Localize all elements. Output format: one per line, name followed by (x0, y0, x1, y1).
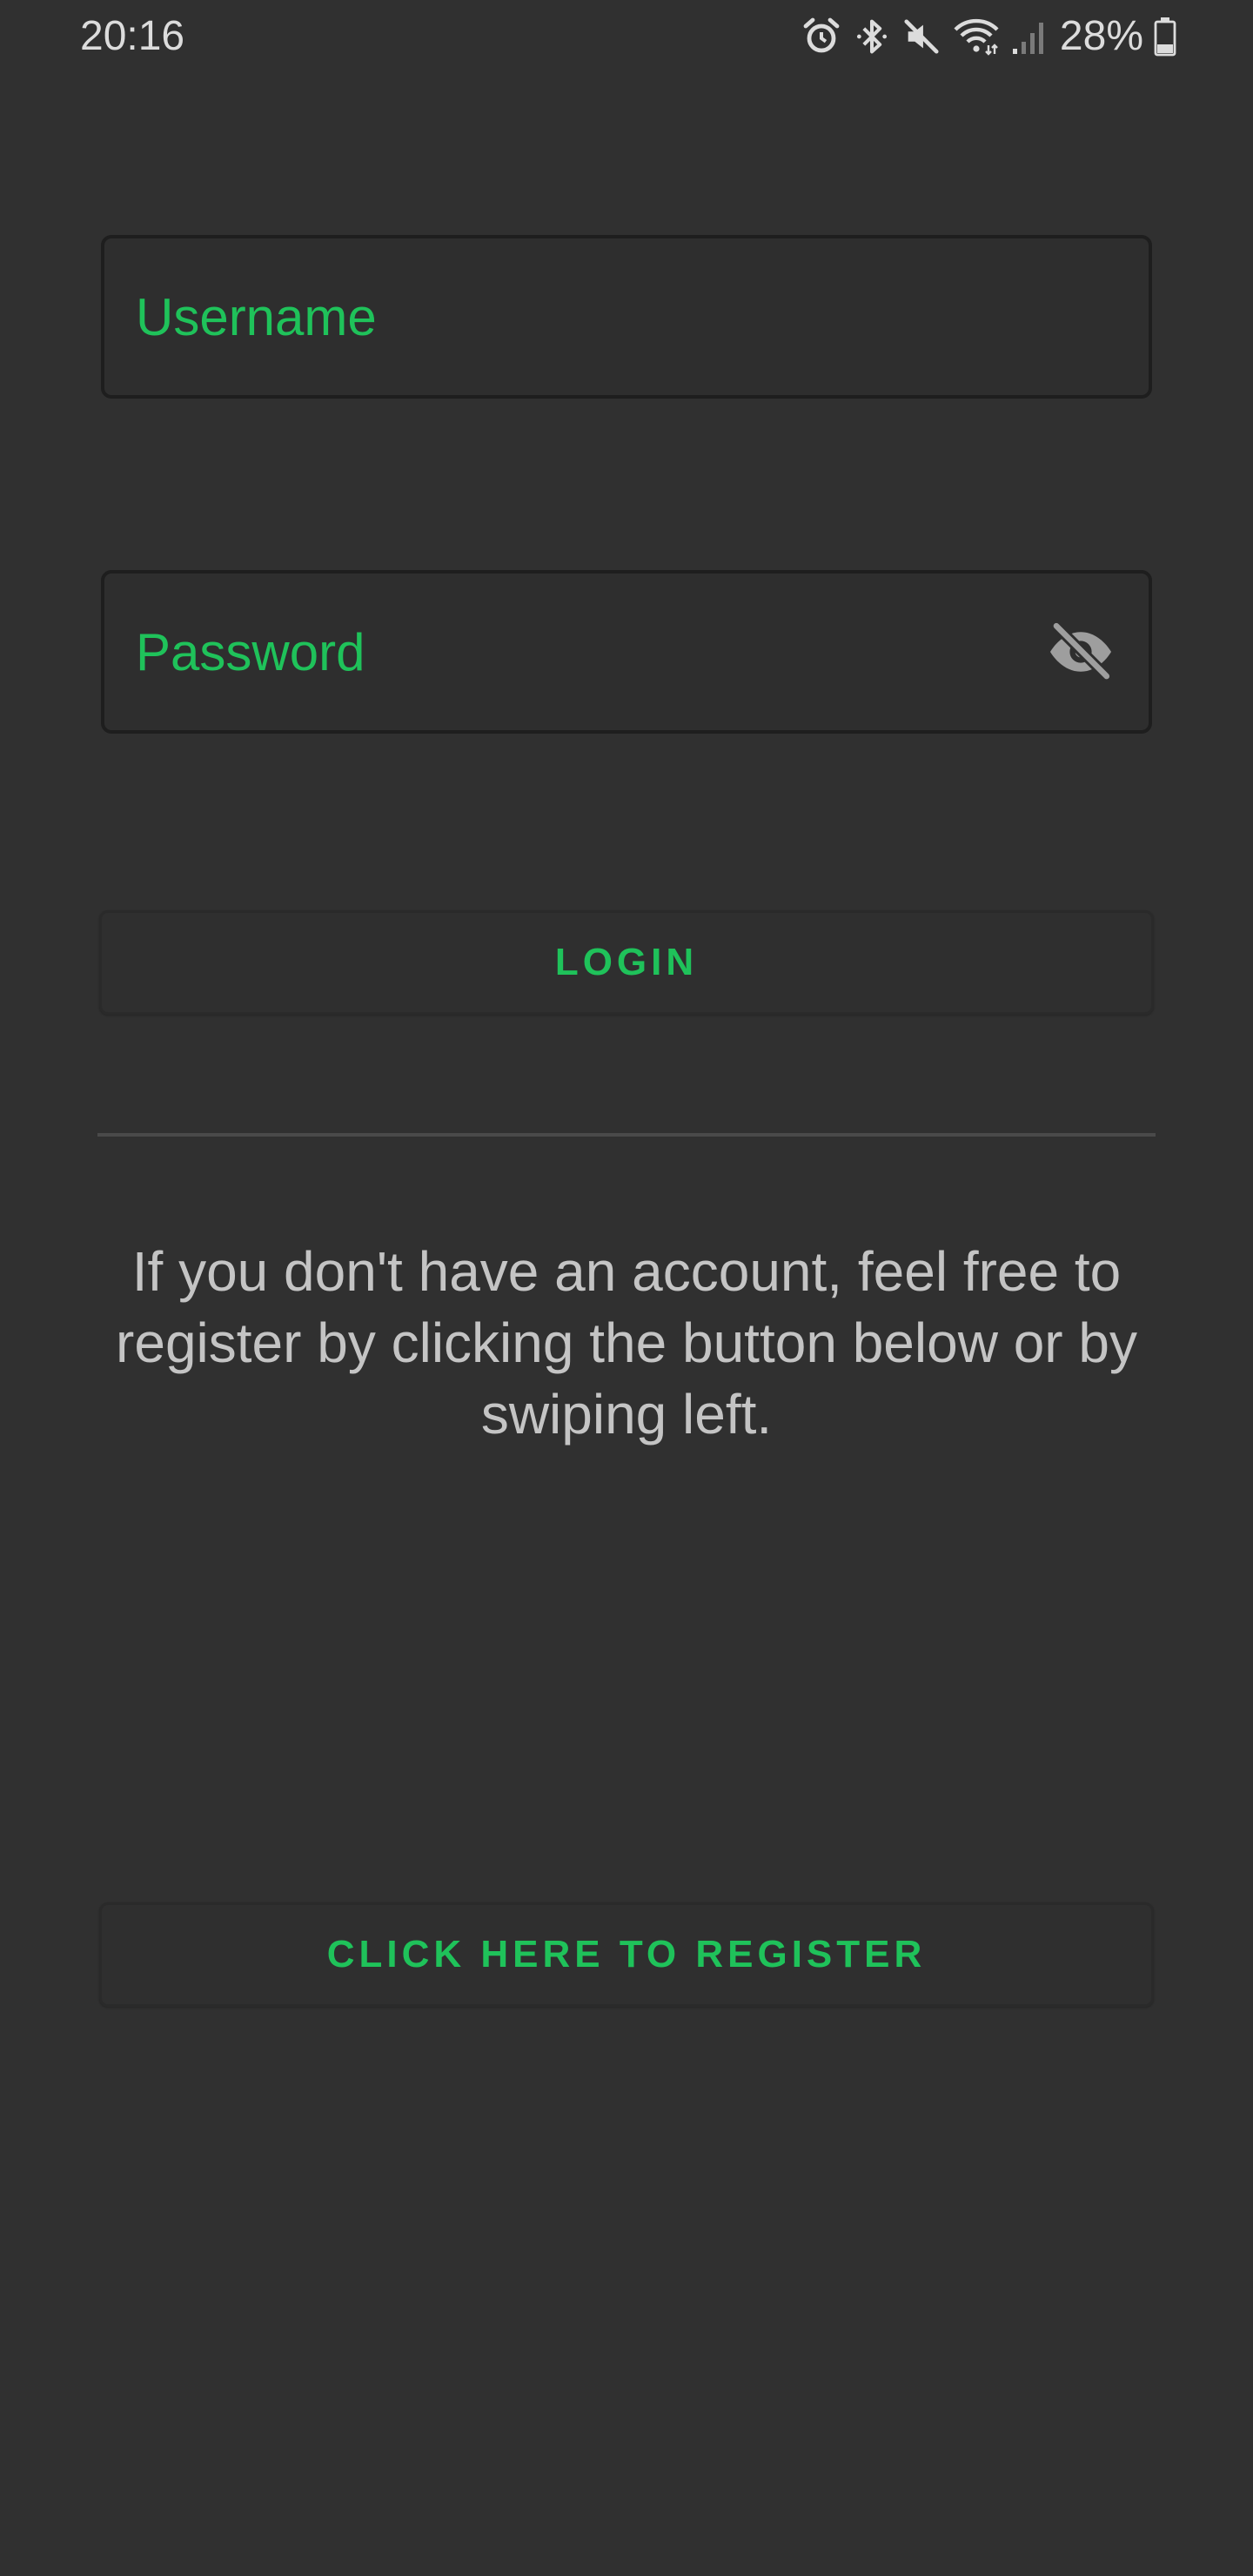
password-input[interactable] (136, 574, 1049, 730)
status-bar: 20:16 28% (0, 0, 1253, 73)
divider (97, 1133, 1156, 1137)
bluetooth-icon (856, 19, 887, 54)
login-button[interactable]: LOGIN (99, 910, 1154, 1015)
battery-percent: 28% (1059, 13, 1143, 59)
battery-icon (1154, 17, 1176, 57)
register-button[interactable]: CLICK HERE TO REGISTER (99, 1902, 1154, 2007)
status-icons: 28% (801, 12, 1176, 61)
mute-icon (904, 19, 939, 54)
register-info-text: If you don't have an account, feel free … (116, 1240, 1137, 1446)
password-visibility-toggle[interactable] (1044, 615, 1117, 688)
username-input[interactable] (136, 238, 1049, 395)
password-field[interactable] (101, 570, 1152, 734)
eye-off-icon (1050, 620, 1113, 682)
signal-icon (1012, 23, 1043, 54)
status-time: 20:16 (80, 13, 185, 59)
username-field[interactable] (101, 235, 1152, 399)
wifi-icon (954, 18, 999, 56)
alarm-icon (803, 17, 840, 53)
